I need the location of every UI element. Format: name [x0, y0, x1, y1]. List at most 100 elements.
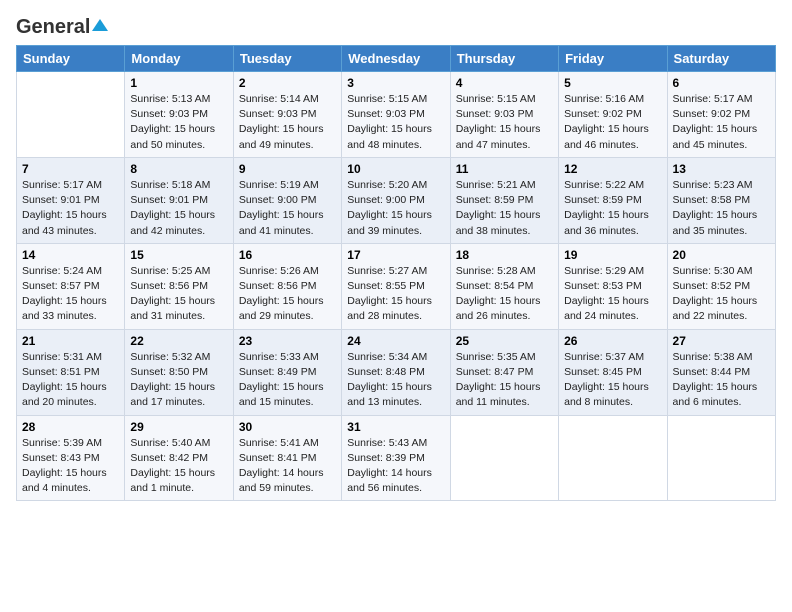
cell-info: Sunrise: 5:21 AM Sunset: 8:59 PM Dayligh…: [456, 178, 553, 239]
cell-info: Sunrise: 5:31 AM Sunset: 8:51 PM Dayligh…: [22, 350, 119, 411]
calendar-day-header: Sunday: [17, 46, 125, 72]
calendar-cell: 10 Sunrise: 5:20 AM Sunset: 9:00 PM Dayli…: [342, 157, 450, 243]
cell-info: Sunrise: 5:30 AM Sunset: 8:52 PM Dayligh…: [673, 264, 770, 325]
day-number: 13: [673, 162, 770, 176]
calendar-cell: 24Sunrise: 5:34 AM Sunset: 8:48 PM Dayli…: [342, 329, 450, 415]
cell-info: Sunrise: 5:18 AM Sunset: 9:01 PM Dayligh…: [130, 178, 227, 239]
calendar-cell: 2 Sunrise: 5:14 AM Sunset: 9:03 PM Daylig…: [233, 72, 341, 158]
calendar-cell: 8Sunrise: 5:18 AM Sunset: 9:01 PM Daylig…: [125, 157, 233, 243]
calendar-cell: 20 Sunrise: 5:30 AM Sunset: 8:52 PM Dayli…: [667, 243, 775, 329]
calendar-cell: 16 Sunrise: 5:26 AM Sunset: 8:56 PM Dayli…: [233, 243, 341, 329]
calendar-cell: 12Sunrise: 5:22 AM Sunset: 8:59 PM Dayli…: [559, 157, 667, 243]
logo-triangle-icon: [92, 17, 108, 33]
cell-info: Sunrise: 5:15 AM Sunset: 9:03 PM Dayligh…: [347, 92, 444, 153]
calendar-cell: [667, 415, 775, 501]
calendar-week-row: 7 Sunrise: 5:17 AM Sunset: 9:01 PM Daylig…: [17, 157, 776, 243]
calendar-cell: 1 Sunrise: 5:13 AM Sunset: 9:03 PM Daylig…: [125, 72, 233, 158]
cell-info: Sunrise: 5:37 AM Sunset: 8:45 PM Dayligh…: [564, 350, 661, 411]
calendar-cell: 14 Sunrise: 5:24 AM Sunset: 8:57 PM Dayli…: [17, 243, 125, 329]
calendar-cell: 26 Sunrise: 5:37 AM Sunset: 8:45 PM Dayli…: [559, 329, 667, 415]
calendar-cell: 22 Sunrise: 5:32 AM Sunset: 8:50 PM Dayli…: [125, 329, 233, 415]
calendar-cell: 18 Sunrise: 5:28 AM Sunset: 8:54 PM Dayli…: [450, 243, 558, 329]
day-number: 20: [673, 248, 770, 262]
calendar-cell: 5Sunrise: 5:16 AM Sunset: 9:02 PM Daylig…: [559, 72, 667, 158]
day-number: 26: [564, 334, 661, 348]
page: General SundayMondayTuesdayWednesdayThur…: [0, 0, 792, 612]
calendar-cell: 19 Sunrise: 5:29 AM Sunset: 8:53 PM Dayli…: [559, 243, 667, 329]
day-number: 19: [564, 248, 661, 262]
cell-info: Sunrise: 5:38 AM Sunset: 8:44 PM Dayligh…: [673, 350, 770, 411]
cell-info: Sunrise: 5:23 AM Sunset: 8:58 PM Dayligh…: [673, 178, 770, 239]
calendar-cell: 3 Sunrise: 5:15 AM Sunset: 9:03 PM Daylig…: [342, 72, 450, 158]
calendar-cell: 30 Sunrise: 5:41 AM Sunset: 8:41 PM Dayli…: [233, 415, 341, 501]
calendar-day-header: Wednesday: [342, 46, 450, 72]
cell-info: Sunrise: 5:39 AM Sunset: 8:43 PM Dayligh…: [22, 436, 119, 497]
day-number: 10: [347, 162, 444, 176]
day-number: 22: [130, 334, 227, 348]
cell-info: Sunrise: 5:33 AM Sunset: 8:49 PM Dayligh…: [239, 350, 336, 411]
cell-info: Sunrise: 5:32 AM Sunset: 8:50 PM Dayligh…: [130, 350, 227, 411]
day-number: 2: [239, 76, 336, 90]
cell-info: Sunrise: 5:40 AM Sunset: 8:42 PM Dayligh…: [130, 436, 227, 497]
calendar-cell: [450, 415, 558, 501]
calendar-cell: 6Sunrise: 5:17 AM Sunset: 9:02 PM Daylig…: [667, 72, 775, 158]
cell-info: Sunrise: 5:28 AM Sunset: 8:54 PM Dayligh…: [456, 264, 553, 325]
calendar-cell: 25Sunrise: 5:35 AM Sunset: 8:47 PM Dayli…: [450, 329, 558, 415]
cell-info: Sunrise: 5:14 AM Sunset: 9:03 PM Dayligh…: [239, 92, 336, 153]
cell-info: Sunrise: 5:25 AM Sunset: 8:56 PM Dayligh…: [130, 264, 227, 325]
calendar-cell: 31 Sunrise: 5:43 AM Sunset: 8:39 PM Dayli…: [342, 415, 450, 501]
cell-info: Sunrise: 5:16 AM Sunset: 9:02 PM Dayligh…: [564, 92, 661, 153]
calendar-cell: 9 Sunrise: 5:19 AM Sunset: 9:00 PM Daylig…: [233, 157, 341, 243]
day-number: 16: [239, 248, 336, 262]
day-number: 21: [22, 334, 119, 348]
calendar-day-header: Friday: [559, 46, 667, 72]
day-number: 27: [673, 334, 770, 348]
cell-info: Sunrise: 5:13 AM Sunset: 9:03 PM Dayligh…: [130, 92, 227, 153]
calendar-cell: 7 Sunrise: 5:17 AM Sunset: 9:01 PM Daylig…: [17, 157, 125, 243]
day-number: 3: [347, 76, 444, 90]
day-number: 23: [239, 334, 336, 348]
calendar-week-row: 14 Sunrise: 5:24 AM Sunset: 8:57 PM Dayli…: [17, 243, 776, 329]
day-number: 7: [22, 162, 119, 176]
calendar-cell: 29 Sunrise: 5:40 AM Sunset: 8:42 PM Dayli…: [125, 415, 233, 501]
cell-info: Sunrise: 5:20 AM Sunset: 9:00 PM Dayligh…: [347, 178, 444, 239]
cell-info: Sunrise: 5:34 AM Sunset: 8:48 PM Dayligh…: [347, 350, 444, 411]
calendar-week-row: 28Sunrise: 5:39 AM Sunset: 8:43 PM Dayli…: [17, 415, 776, 501]
cell-info: Sunrise: 5:43 AM Sunset: 8:39 PM Dayligh…: [347, 436, 444, 497]
day-number: 9: [239, 162, 336, 176]
calendar-cell: 23 Sunrise: 5:33 AM Sunset: 8:49 PM Dayli…: [233, 329, 341, 415]
calendar-cell: 13 Sunrise: 5:23 AM Sunset: 8:58 PM Dayli…: [667, 157, 775, 243]
cell-info: Sunrise: 5:17 AM Sunset: 9:02 PM Dayligh…: [673, 92, 770, 153]
cell-info: Sunrise: 5:15 AM Sunset: 9:03 PM Dayligh…: [456, 92, 553, 153]
cell-info: Sunrise: 5:26 AM Sunset: 8:56 PM Dayligh…: [239, 264, 336, 325]
cell-info: Sunrise: 5:35 AM Sunset: 8:47 PM Dayligh…: [456, 350, 553, 411]
cell-info: Sunrise: 5:17 AM Sunset: 9:01 PM Dayligh…: [22, 178, 119, 239]
day-number: 18: [456, 248, 553, 262]
calendar-day-header: Saturday: [667, 46, 775, 72]
calendar-day-header: Tuesday: [233, 46, 341, 72]
cell-info: Sunrise: 5:41 AM Sunset: 8:41 PM Dayligh…: [239, 436, 336, 497]
calendar-week-row: 21 Sunrise: 5:31 AM Sunset: 8:51 PM Dayli…: [17, 329, 776, 415]
cell-info: Sunrise: 5:29 AM Sunset: 8:53 PM Dayligh…: [564, 264, 661, 325]
logo: General: [16, 16, 108, 35]
day-number: 15: [130, 248, 227, 262]
day-number: 4: [456, 76, 553, 90]
cell-info: Sunrise: 5:22 AM Sunset: 8:59 PM Dayligh…: [564, 178, 661, 239]
cell-info: Sunrise: 5:19 AM Sunset: 9:00 PM Dayligh…: [239, 178, 336, 239]
day-number: 30: [239, 420, 336, 434]
day-number: 31: [347, 420, 444, 434]
calendar-header-row: SundayMondayTuesdayWednesdayThursdayFrid…: [17, 46, 776, 72]
calendar-day-header: Monday: [125, 46, 233, 72]
calendar-day-header: Thursday: [450, 46, 558, 72]
day-number: 17: [347, 248, 444, 262]
header: General: [16, 16, 776, 35]
calendar-cell: [559, 415, 667, 501]
day-number: 1: [130, 76, 227, 90]
cell-info: Sunrise: 5:24 AM Sunset: 8:57 PM Dayligh…: [22, 264, 119, 325]
cell-info: Sunrise: 5:27 AM Sunset: 8:55 PM Dayligh…: [347, 264, 444, 325]
calendar-cell: 4 Sunrise: 5:15 AM Sunset: 9:03 PM Daylig…: [450, 72, 558, 158]
day-number: 29: [130, 420, 227, 434]
calendar-cell: 21 Sunrise: 5:31 AM Sunset: 8:51 PM Dayli…: [17, 329, 125, 415]
calendar-cell: 17 Sunrise: 5:27 AM Sunset: 8:55 PM Dayli…: [342, 243, 450, 329]
day-number: 14: [22, 248, 119, 262]
